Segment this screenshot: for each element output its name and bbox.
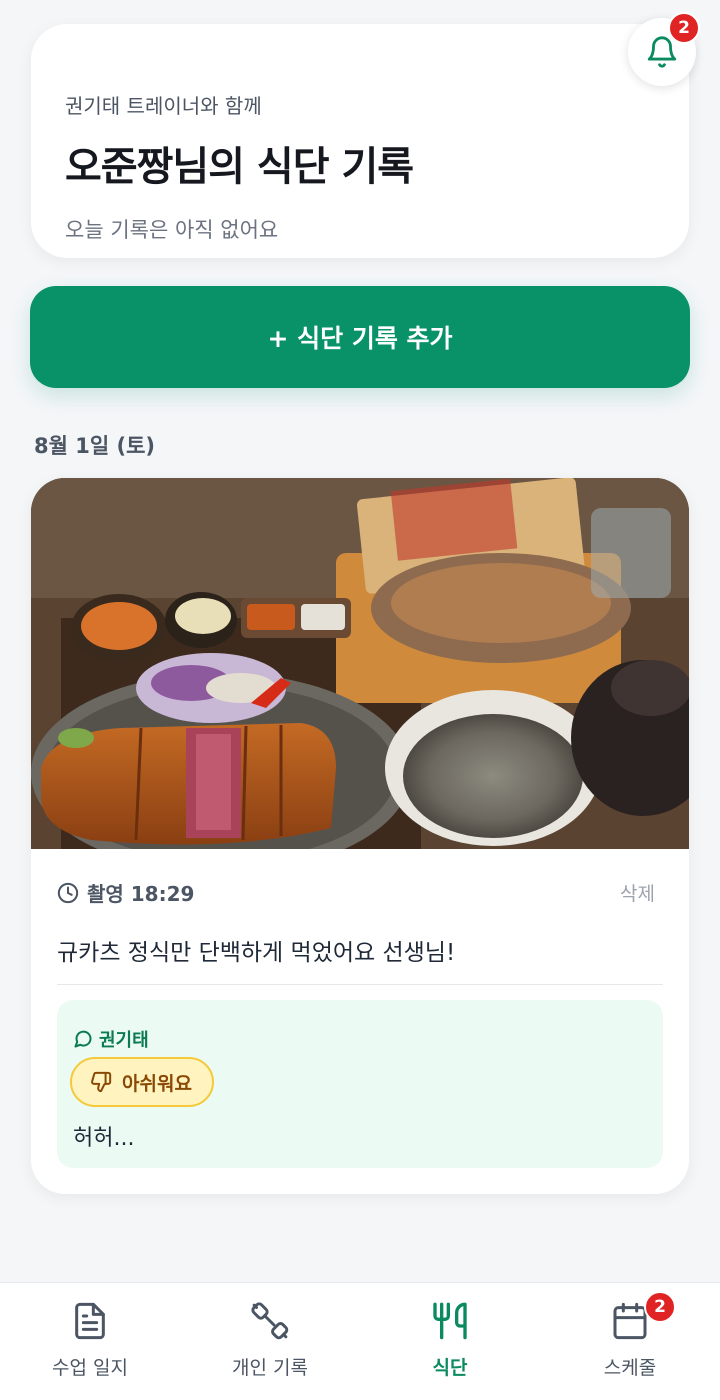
add-meal-button[interactable]: + 식단 기록 추가 <box>30 286 690 388</box>
today-status: 오늘 기록은 아직 없어요 <box>65 218 279 242</box>
chat-bubble-icon <box>74 1030 92 1048</box>
meal-photo[interactable] <box>31 478 689 849</box>
tab-schedule[interactable]: 2 스케줄 <box>540 1283 720 1400</box>
meal-memo: 규카츠 정식만 단백하게 먹었어요 선생님! <box>57 940 456 966</box>
feedback-text: 허허... <box>73 1126 135 1151</box>
tab-label: 식단 <box>432 1357 468 1379</box>
dumbbell-icon <box>251 1302 289 1340</box>
meal-card: 촬영 18:29 삭제 규카츠 정식만 단백하게 먹었어요 선생님! 권기태 아… <box>31 478 689 1194</box>
feedback-author-name: 권기태 <box>99 1030 149 1051</box>
trainer-feedback: 권기태 아쉬워요 허허... <box>57 1000 663 1168</box>
meal-date: 8월 1일 (토) <box>34 434 156 458</box>
tab-label: 수업 일지 <box>52 1357 128 1379</box>
tab-class-log[interactable]: 수업 일지 <box>0 1283 180 1400</box>
page-title: 오준짱님의 식단 기록 <box>65 144 414 190</box>
tab-personal-record[interactable]: 개인 기록 <box>180 1283 360 1400</box>
notification-badge: 2 <box>668 12 700 44</box>
tab-label: 개인 기록 <box>232 1357 308 1379</box>
reaction-chip: 아쉬워요 <box>70 1057 214 1107</box>
header-card: 권기태 트레이너와 함께 오준짱님의 식단 기록 오늘 기록은 아직 없어요 <box>31 24 689 258</box>
thumbs-down-icon <box>91 1071 112 1093</box>
clock-icon <box>57 882 79 903</box>
delete-button[interactable]: 삭제 <box>620 879 655 906</box>
trainer-subtitle: 권기태 트레이너와 함께 <box>65 94 262 118</box>
photo-time: 촬영 18:29 <box>57 878 194 907</box>
bottom-tab-bar: 수업 일지 개인 기록 식단 2 스케줄 <box>0 1282 720 1400</box>
feedback-author: 권기태 <box>73 1026 149 1052</box>
photo-time-label: 촬영 18:29 <box>87 882 195 906</box>
divider <box>57 984 663 985</box>
tab-label: 스케줄 <box>603 1357 657 1379</box>
schedule-badge: 2 <box>644 1291 676 1323</box>
notifications-button[interactable]: 2 <box>628 12 700 86</box>
tab-diet[interactable]: 식단 <box>360 1283 540 1400</box>
document-icon <box>75 1302 105 1340</box>
fork-knife-icon <box>433 1302 467 1340</box>
reaction-label: 아쉬워요 <box>122 1072 192 1095</box>
